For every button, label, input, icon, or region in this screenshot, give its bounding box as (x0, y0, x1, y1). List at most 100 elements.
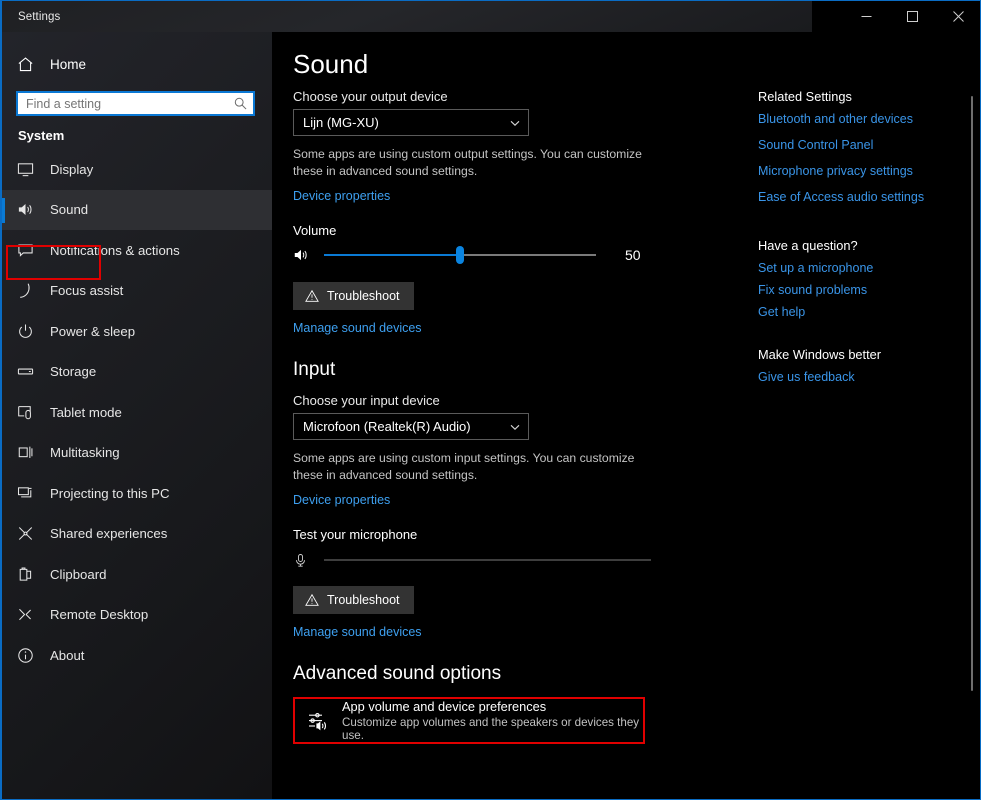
volume-slider-thumb[interactable] (456, 246, 464, 264)
question-link-set-up-microphone[interactable]: Set up a microphone (758, 261, 958, 275)
microphone-level-meter (324, 559, 651, 561)
related-settings-heading: Related Settings (758, 89, 852, 104)
output-manage-sound-devices-link[interactable]: Manage sound devices (293, 321, 422, 335)
sidebar-item-clipboard-label: Clipboard (50, 566, 107, 582)
close-button[interactable] (935, 1, 980, 32)
power-icon (17, 323, 43, 340)
input-helper-text: Some apps are using custom input setting… (293, 451, 635, 482)
volume-speaker-icon[interactable] (293, 247, 315, 263)
volume-label: Volume (293, 223, 337, 238)
minimize-button[interactable] (843, 1, 889, 32)
app-volume-device-preferences-card[interactable]: App volume and device preferences Custom… (293, 697, 645, 744)
search-icon (227, 97, 253, 110)
storage-icon (17, 363, 43, 380)
volume-value: 50 (625, 247, 641, 263)
sidebar-item-home[interactable]: Home (2, 47, 272, 81)
warning-triangle-icon (305, 289, 319, 303)
sidebar-item-shared-experiences-label: Shared experiences (50, 526, 168, 542)
shared-icon (17, 525, 43, 542)
feedback-link-give-us-feedback[interactable]: Give us feedback (758, 370, 958, 384)
app-volume-card-texts: App volume and device preferences Custom… (342, 699, 643, 742)
input-manage-sound-devices-link[interactable]: Manage sound devices (293, 625, 422, 639)
related-link-sound-control-panel[interactable]: Sound Control Panel (758, 138, 958, 152)
sidebar-item-display[interactable]: Display (2, 149, 272, 190)
sidebar-item-focus-assist[interactable]: Focus assist (2, 271, 272, 312)
output-device-select[interactable]: Lijn (MG-XU) (293, 109, 529, 136)
remote-desktop-icon (17, 606, 43, 623)
search-input[interactable] (18, 93, 227, 114)
info-icon (17, 647, 43, 664)
multitasking-icon (17, 444, 43, 461)
output-helper-text: Some apps are using custom output settin… (293, 147, 642, 178)
notification-icon (17, 242, 43, 259)
sidebar-item-power-sleep[interactable]: Power & sleep (2, 311, 272, 352)
volume-slider[interactable] (324, 246, 596, 264)
volume-slider-row: 50 (293, 244, 733, 266)
moon-icon (17, 282, 43, 299)
settings-column: Choose your output device Lijn (MG-XU) S… (293, 89, 733, 744)
sidebar-item-clipboard[interactable]: Clipboard (2, 554, 272, 595)
sidebar-item-remote-desktop-label: Remote Desktop (50, 607, 149, 623)
clipboard-icon (17, 566, 43, 583)
sidebar-item-notifications-label: Notifications & actions (50, 242, 180, 258)
app-volume-card-subtitle: Customize app volumes and the speakers o… (342, 716, 640, 742)
projecting-icon (17, 485, 43, 502)
sidebar-item-remote-desktop[interactable]: Remote Desktop (2, 595, 272, 636)
content-scrollbar[interactable] (965, 32, 979, 799)
sidebar-item-storage-label: Storage (50, 364, 97, 380)
make-windows-better-heading: Make Windows better (758, 347, 882, 362)
microphone-level-row (293, 550, 733, 570)
search-box[interactable] (16, 91, 255, 116)
speaker-icon (17, 201, 43, 218)
test-microphone-label: Test your microphone (293, 527, 418, 542)
sidebar-item-shared-experiences[interactable]: Shared experiences (2, 514, 272, 555)
related-settings-rail: Related Settings Bluetooth and other dev… (758, 89, 958, 392)
input-section-title: Input (293, 359, 336, 380)
sidebar-item-notifications[interactable]: Notifications & actions (2, 230, 272, 271)
app-volume-card-title: App volume and device preferences (342, 699, 547, 714)
title-bar-background (2, 1, 812, 32)
question-link-get-help[interactable]: Get help (758, 305, 958, 319)
home-icon (17, 56, 43, 73)
sidebar-item-display-label: Display (50, 161, 94, 177)
have-a-question-heading: Have a question? (758, 238, 858, 253)
sidebar-item-home-label: Home (50, 56, 87, 72)
sidebar-item-storage[interactable]: Storage (2, 352, 272, 393)
sidebar-item-projecting-label: Projecting to this PC (50, 485, 170, 501)
sidebar-item-multitasking[interactable]: Multitasking (2, 433, 272, 474)
related-link-bluetooth[interactable]: Bluetooth and other devices (758, 112, 958, 126)
scrollbar-thumb[interactable] (971, 96, 973, 691)
input-troubleshoot-button[interactable]: Troubleshoot (293, 586, 414, 614)
sidebar-group-title: System (18, 128, 65, 143)
volume-slider-fill (324, 254, 460, 256)
sidebar-item-sound-label: Sound (50, 202, 89, 218)
sidebar-item-power-sleep-label: Power & sleep (50, 323, 136, 339)
warning-triangle-icon (305, 593, 319, 607)
output-troubleshoot-button[interactable]: Troubleshoot (293, 282, 414, 310)
sidebar-item-tablet-mode-label: Tablet mode (50, 404, 122, 420)
rail-spacer (758, 216, 958, 238)
maximize-button[interactable] (889, 1, 935, 32)
chevron-down-icon (509, 421, 521, 433)
sidebar-item-about[interactable]: About (2, 635, 272, 676)
input-device-label: Choose your input device (293, 393, 440, 408)
settings-window: Settings Home Find a setting System Disp… (0, 0, 981, 800)
sidebar-item-about-label: About (50, 647, 85, 663)
sidebar-item-sound[interactable]: Sound (2, 189, 272, 230)
sidebar-item-projecting[interactable]: Projecting to this PC (2, 473, 272, 514)
sidebar-item-multitasking-label: Multitasking (50, 445, 120, 461)
microphone-icon (293, 553, 315, 568)
input-device-value: Microfoon (Realtek(R) Audio) (303, 419, 471, 434)
title-bar: Settings (2, 1, 980, 32)
input-device-select[interactable]: Microfoon (Realtek(R) Audio) (293, 413, 529, 440)
main-content: Sound Choose your output device Lijn (MG… (272, 32, 980, 799)
input-device-properties-link[interactable]: Device properties (293, 493, 390, 507)
related-link-microphone-privacy[interactable]: Microphone privacy settings (758, 164, 958, 178)
window-controls (843, 1, 980, 32)
output-device-label: Choose your output device (293, 89, 448, 104)
monitor-icon (17, 161, 43, 178)
question-link-fix-sound-problems[interactable]: Fix sound problems (758, 283, 958, 297)
sidebar-item-tablet-mode[interactable]: Tablet mode (2, 392, 272, 433)
related-link-ease-of-access-audio[interactable]: Ease of Access audio settings (758, 190, 958, 204)
output-device-properties-link[interactable]: Device properties (293, 189, 390, 203)
